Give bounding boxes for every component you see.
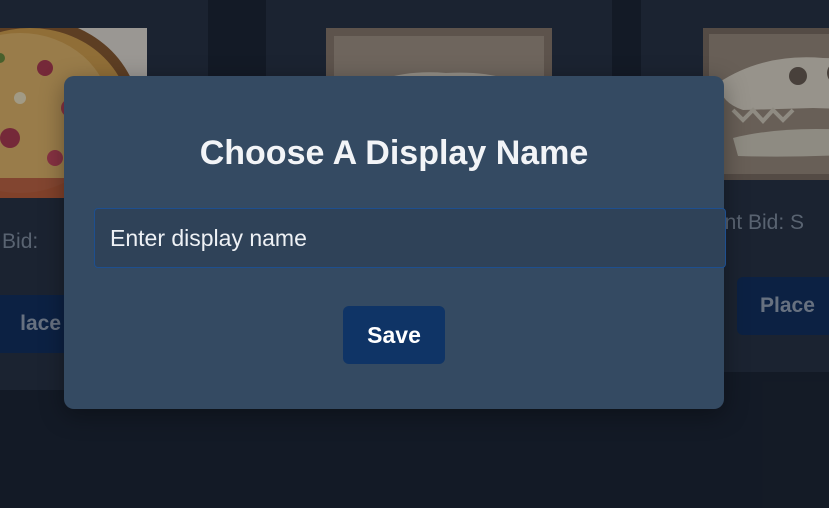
display-name-modal: Choose A Display Name Save (64, 76, 726, 409)
modal-title: Choose A Display Name (199, 134, 589, 172)
save-button[interactable]: Save (343, 306, 445, 364)
auction-page: rent Bid: lace B (0, 0, 829, 508)
display-name-input[interactable] (94, 208, 726, 268)
